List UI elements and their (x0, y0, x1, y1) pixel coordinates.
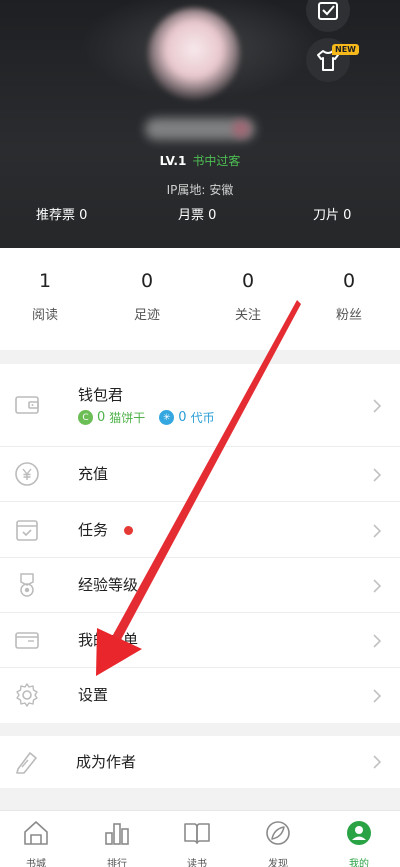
dressup-button[interactable]: NEW (306, 38, 359, 82)
menu-wallet[interactable]: 钱包君 C 0 猫饼干 ✳ 0 代币 (0, 364, 400, 447)
chevron-right-icon (373, 689, 382, 703)
chevron-right-icon (373, 399, 382, 413)
nav-ranking[interactable]: 排行 (87, 819, 147, 867)
profile-page: NEW LV.1 书中过客 IP属地: 安徽 推荐票 0 月票 0 刀片 0 1 阅… (0, 0, 400, 867)
count-fans[interactable]: 0 粉丝 (299, 270, 399, 323)
menu-become-author[interactable]: 成为作者 (0, 736, 400, 788)
count-read[interactable]: 1 阅读 (0, 270, 95, 323)
booklist-label: 我的书单 (78, 631, 139, 649)
menu-settings[interactable]: 设置 (0, 668, 400, 723)
ip-label: IP属地: (166, 183, 206, 197)
chevron-right-icon (373, 634, 382, 648)
ranking-icon (105, 823, 129, 845)
stat-blade[interactable]: 刀片 0 (313, 204, 351, 223)
bottom-nav: 书城 排行 读书 发现 我的 (0, 810, 400, 867)
chevron-right-icon (373, 579, 382, 593)
nav-mine[interactable]: 我的 (329, 819, 389, 867)
pen-icon (16, 752, 37, 774)
new-badge: NEW (332, 44, 359, 55)
wallet-icon (15, 396, 39, 414)
become-author-label: 成为作者 (76, 753, 137, 771)
nav-reading[interactable]: 读书 (167, 819, 227, 867)
notification-dot (124, 526, 133, 535)
token-value: 0 (178, 410, 187, 425)
cookie-label: 猫饼干 (109, 411, 146, 425)
wallet-label: 钱包君 (78, 386, 124, 404)
settings-label: 设置 (78, 686, 109, 704)
stat-monthly[interactable]: 月票 0 (178, 204, 216, 223)
menu-level[interactable]: 经验等级 (0, 558, 400, 613)
level-label: 经验等级 (78, 576, 139, 594)
count-footprint[interactable]: 0 足迹 (97, 270, 197, 323)
ip-location-row: IP属地: 安徽 (0, 181, 400, 198)
menu-tasks[interactable]: 任务 (0, 502, 400, 558)
cookie-value: 0 (97, 410, 106, 425)
ticket-stats: 推荐票 0 月票 0 刀片 0 (0, 204, 400, 224)
level-value: LV.1 (159, 154, 187, 168)
gear-icon (16, 683, 38, 707)
chevron-right-icon (373, 755, 382, 769)
task-checklist-icon (16, 520, 38, 541)
token-coin-icon: ✳ (159, 410, 175, 425)
count-following[interactable]: 0 关注 (198, 270, 298, 323)
profile-header: NEW LV.1 书中过客 IP属地: 安徽 推荐票 0 月票 0 刀片 0 (0, 0, 400, 248)
menu-list: 钱包君 C 0 猫饼干 ✳ 0 代币 充值 任务 经验等级 我的书单 设置 (0, 364, 400, 723)
nav-bookstore[interactable]: 书城 (6, 819, 66, 867)
level-row: LV.1 书中过客 (0, 152, 400, 169)
bookstore-icon (24, 821, 48, 845)
avatar[interactable] (148, 8, 240, 100)
booklist-icon (15, 632, 39, 649)
cookie-coin-icon: C (78, 410, 93, 425)
ip-location: 安徽 (209, 183, 234, 197)
checkin-icon (318, 2, 338, 20)
profile-icon (347, 821, 371, 845)
stat-recommend[interactable]: 推荐票 0 (36, 204, 87, 223)
menu-booklist[interactable]: 我的书单 (0, 613, 400, 668)
book-icon (184, 823, 210, 844)
counts-panel: 1 阅读 0 足迹 0 关注 0 粉丝 (0, 248, 400, 350)
medal-icon (20, 573, 34, 597)
yuan-coin-icon (15, 462, 39, 486)
level-title: 书中过客 (192, 154, 241, 168)
tasks-label: 任务 (78, 521, 109, 539)
recharge-label: 充值 (78, 465, 109, 483)
username-badge-blurred (232, 120, 250, 138)
chevron-right-icon (373, 524, 382, 538)
wallet-balances: C 0 猫饼干 ✳ 0 代币 (78, 409, 215, 426)
discover-icon (266, 821, 290, 845)
token-label: 代币 (190, 411, 215, 425)
chevron-right-icon (373, 468, 382, 482)
menu-recharge[interactable]: 充值 (0, 447, 400, 502)
nav-discover[interactable]: 发现 (248, 819, 308, 867)
